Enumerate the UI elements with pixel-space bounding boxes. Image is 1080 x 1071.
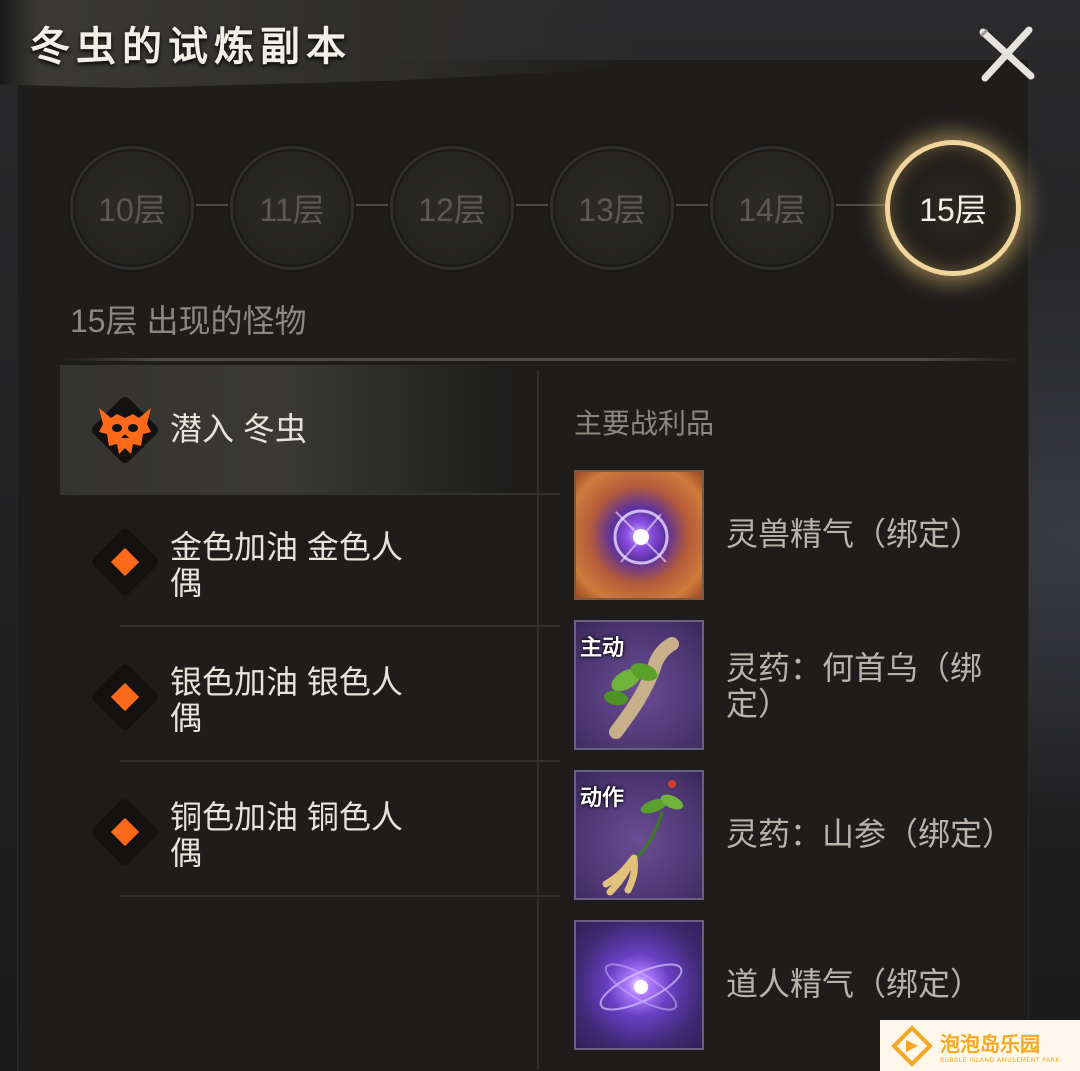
loot-name: 灵药：何首乌（绑定） bbox=[726, 650, 983, 722]
row-separator bbox=[120, 493, 560, 495]
loot-name: 道人精气（绑定） bbox=[726, 966, 983, 1002]
floor-button-10[interactable]: 10层 bbox=[70, 146, 194, 270]
demon-skull-icon bbox=[87, 392, 163, 468]
ginseng-icon: 动作 bbox=[574, 770, 704, 900]
row-separator bbox=[120, 625, 560, 627]
floor-button-14[interactable]: 14层 bbox=[710, 146, 834, 270]
monster-item-bronze-puppet[interactable]: 铜色加油 铜色人偶 bbox=[60, 767, 560, 897]
section-title: 15层 出现的怪物 bbox=[70, 303, 307, 339]
skill-type-tag: 主动 bbox=[580, 636, 625, 661]
monster-name: 潜入 冬虫 bbox=[170, 411, 307, 447]
monster-item-winter-worm[interactable]: 潜入 冬虫 bbox=[60, 365, 560, 495]
monster-name: 银色加油 银色人偶 bbox=[170, 664, 403, 736]
loot-item-heshouwu[interactable]: 主动 灵药：何首乌（绑定） bbox=[574, 620, 1024, 750]
monster-name: 金色加油 金色人偶 bbox=[170, 529, 403, 601]
loot-name: 灵药：山参（绑定） bbox=[726, 816, 1015, 852]
page-title: 冬虫的试炼副本 bbox=[30, 23, 352, 70]
heshouwu-root-icon: 主动 bbox=[574, 620, 704, 750]
orange-diamond-icon bbox=[87, 794, 163, 870]
bubble-logo-icon bbox=[891, 1024, 933, 1067]
skill-type-tag: 动作 bbox=[580, 786, 625, 811]
loot-section-title: 主要战利品 bbox=[574, 408, 715, 439]
close-button[interactable] bbox=[975, 22, 1039, 86]
divider bbox=[60, 358, 1020, 361]
loot-item-ginseng[interactable]: 动作 灵药：山参（绑定） bbox=[574, 770, 1024, 900]
loot-name: 灵兽精气（绑定） bbox=[726, 516, 983, 552]
taoist-essence-icon bbox=[574, 920, 704, 1050]
watermark-logo: 泡泡岛乐园 BUBBLE ISLAND AMUSEMENT PARK bbox=[880, 1020, 1080, 1071]
orange-diamond-icon bbox=[87, 659, 163, 735]
monster-name: 铜色加油 铜色人偶 bbox=[170, 799, 403, 871]
beast-essence-icon bbox=[574, 470, 704, 600]
watermark-text: 泡泡岛乐园 bbox=[940, 1031, 1040, 1056]
floor-selector: 10层 11层 12层 13层 14层 15层 bbox=[70, 140, 1021, 276]
floor-button-13[interactable]: 13层 bbox=[550, 146, 674, 270]
watermark-subtext: BUBBLE ISLAND AMUSEMENT PARK bbox=[940, 1056, 1060, 1064]
orange-diamond-icon bbox=[87, 524, 163, 600]
monster-item-silver-puppet[interactable]: 银色加油 银色人偶 bbox=[60, 632, 560, 762]
floor-button-15-active[interactable]: 15层 bbox=[885, 140, 1021, 276]
floor-button-12[interactable]: 12层 bbox=[390, 146, 514, 270]
row-separator bbox=[120, 760, 560, 762]
loot-item-beast-essence[interactable]: 灵兽精气（绑定） bbox=[574, 470, 1024, 600]
column-divider bbox=[537, 370, 539, 1070]
floor-button-11[interactable]: 11层 bbox=[230, 146, 354, 270]
close-icon bbox=[979, 26, 1035, 82]
monster-item-gold-puppet[interactable]: 金色加油 金色人偶 bbox=[60, 497, 560, 627]
row-separator bbox=[120, 895, 560, 897]
